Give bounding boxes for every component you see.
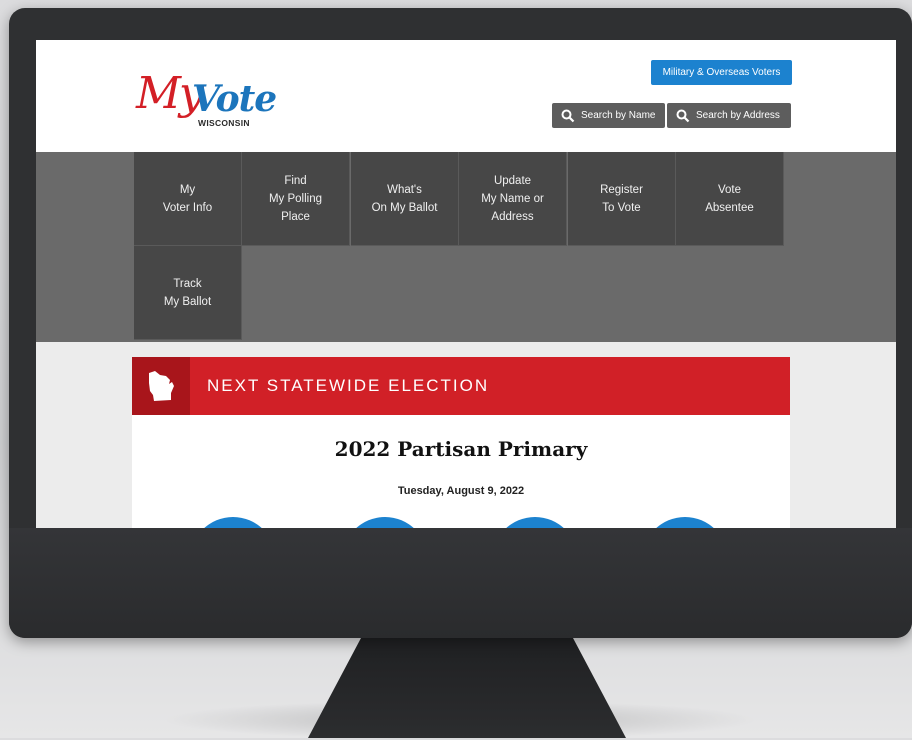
nav-find-polling-place[interactable]: Find My Polling Place xyxy=(242,152,350,246)
election-info-circle[interactable] xyxy=(642,517,728,528)
nav-register-to-vote[interactable]: Register To Vote xyxy=(568,152,676,246)
banner-title: NEXT STATEWIDE ELECTION xyxy=(207,376,490,395)
search-by-address-button[interactable]: Search by Address xyxy=(667,103,791,128)
next-election-card: NEXT STATEWIDE ELECTION 2022 Partisan Pr… xyxy=(132,357,790,528)
wisconsin-state-icon xyxy=(149,371,174,401)
nav-update-name-address[interactable]: Update My Name or Address xyxy=(459,152,567,246)
site-header: My Vote WISCONSIN Military & Overseas Vo… xyxy=(36,40,896,152)
myvote-logo[interactable]: My Vote WISCONSIN xyxy=(136,58,277,136)
nav-my-voter-info[interactable]: My Voter Info xyxy=(134,152,242,246)
search-icon xyxy=(676,109,690,122)
logo-subtitle: WISCONSIN xyxy=(198,118,250,128)
election-info-circle[interactable] xyxy=(342,517,428,528)
wisconsin-icon-box xyxy=(132,357,190,415)
search-by-name-button[interactable]: Search by Name xyxy=(552,103,665,128)
search-icon xyxy=(561,109,575,122)
search-by-address-label: Search by Address xyxy=(696,110,780,121)
election-date: Tuesday, August 9, 2022 xyxy=(397,485,525,497)
nav-vote-absentee[interactable]: Vote Absentee xyxy=(676,152,784,246)
election-info-circle[interactable] xyxy=(492,517,578,528)
nav-track-my-ballot[interactable]: Track My Ballot xyxy=(134,246,242,340)
monitor-stand xyxy=(308,636,626,738)
election-title: 2022 Partisan Primary xyxy=(334,437,588,461)
nav-whats-on-my-ballot[interactable]: What's On My Ballot xyxy=(351,152,459,246)
search-by-name-label: Search by Name xyxy=(581,110,656,121)
browser-viewport: My Vote WISCONSIN Military & Overseas Vo… xyxy=(36,40,896,528)
military-overseas-button[interactable]: Military & Overseas Voters xyxy=(651,60,792,85)
logo-script-vote: Vote xyxy=(192,78,277,120)
next-election-banner: NEXT STATEWIDE ELECTION xyxy=(132,357,790,415)
election-info-circle[interactable] xyxy=(190,517,276,528)
main-navigation: My Voter Info Find My Polling Place What… xyxy=(36,152,896,342)
